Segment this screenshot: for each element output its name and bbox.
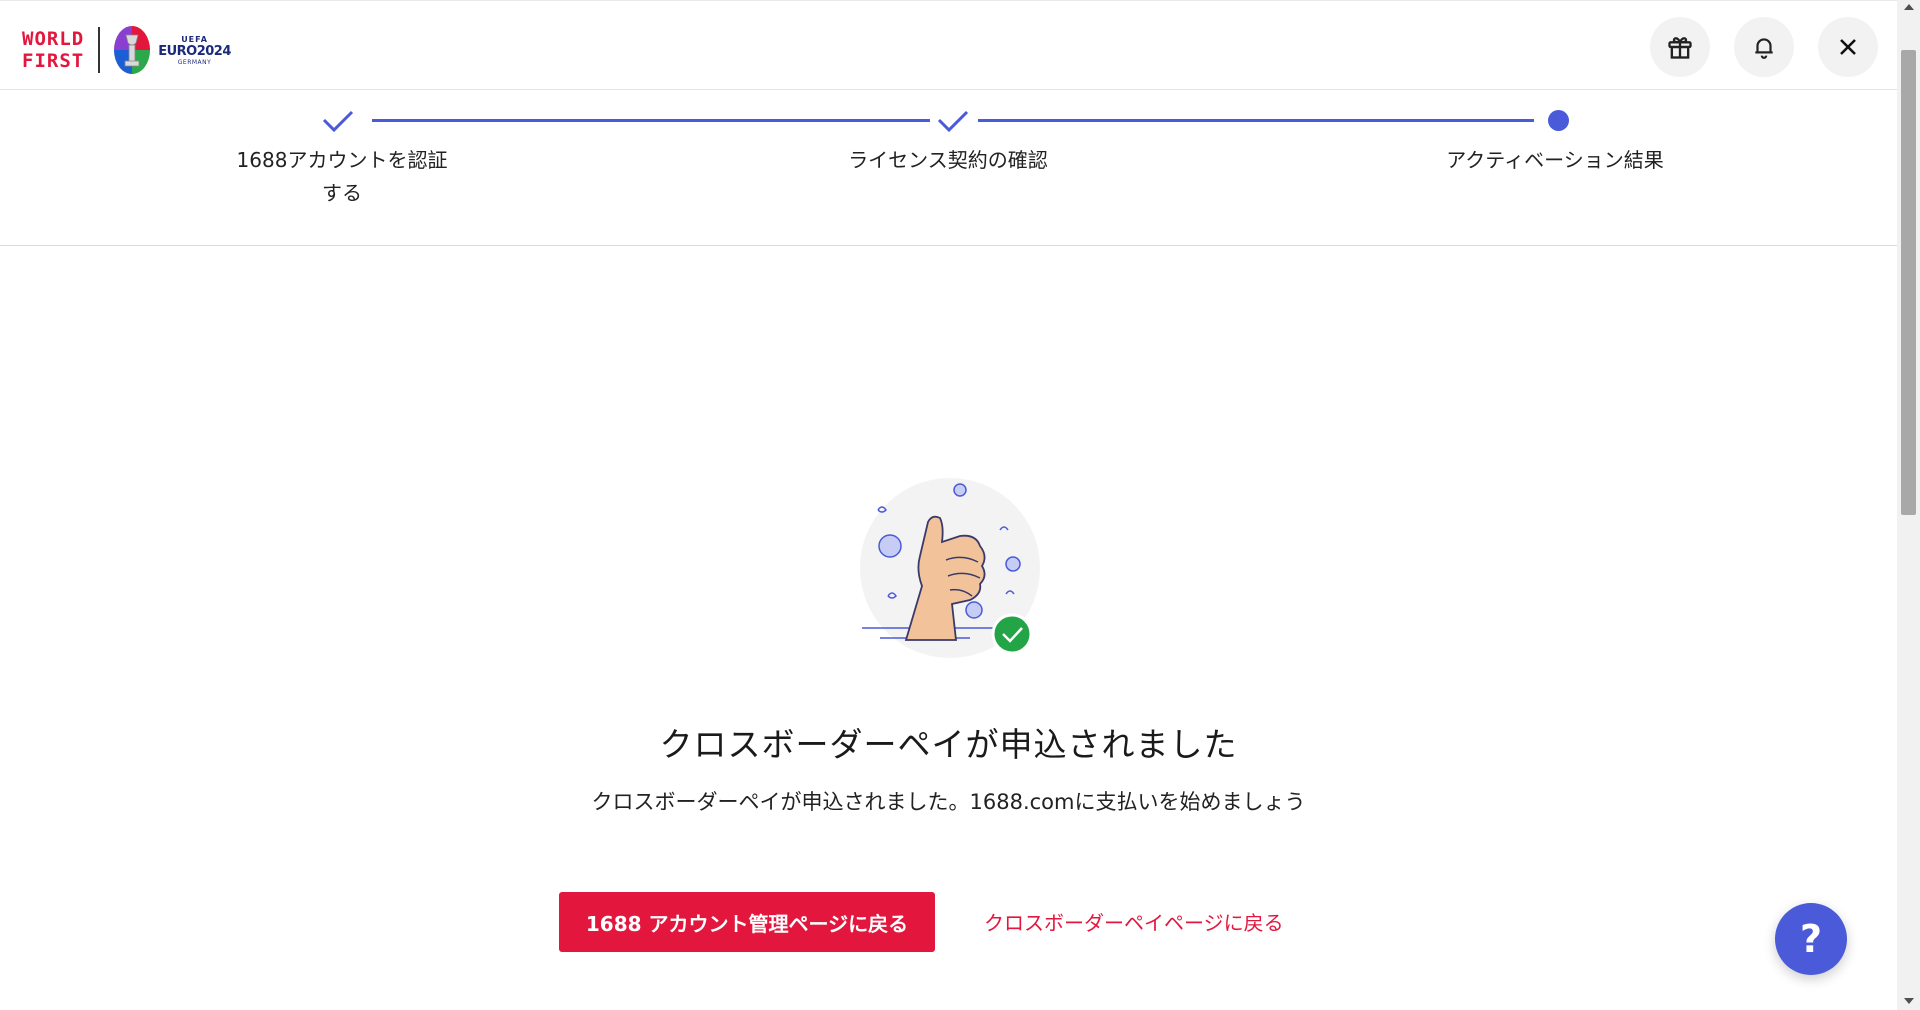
- scrollbar[interactable]: [1897, 0, 1920, 1010]
- header: WORLD FIRST UEFA EURO2024 GERMANY: [0, 0, 1897, 90]
- euro2024-logo: UEFA EURO2024 GERMANY: [112, 25, 231, 75]
- help-icon: ?: [1799, 917, 1823, 961]
- step-2-label: ライセンス契約の確認: [848, 148, 1048, 172]
- back-to-crossborder-link[interactable]: クロスボーダーペイページに戻る: [984, 907, 1284, 936]
- close-button[interactable]: [1818, 17, 1878, 77]
- step-1-check-icon: [321, 104, 355, 138]
- step-connector: [978, 119, 1534, 122]
- step-3-current-dot: [1548, 110, 1569, 131]
- result-subtitle: クロスボーダーペイが申込されました。1688.comに支払いを始めましょう: [591, 790, 1306, 814]
- close-icon: [1840, 39, 1856, 55]
- success-check-icon: [991, 613, 1033, 655]
- scroll-thumb[interactable]: [1901, 50, 1916, 515]
- progress-steps: 1688アカウントを認証する ライセンス契約の確認 アクティベーション結果: [0, 90, 1897, 246]
- logo-divider: [98, 27, 101, 73]
- bell-icon: [1755, 38, 1773, 59]
- worldfirst-logo: WORLD FIRST: [22, 28, 85, 72]
- step-2-check-icon: [936, 104, 970, 138]
- logo[interactable]: WORLD FIRST UEFA EURO2024 GERMANY: [22, 25, 231, 75]
- gift-button[interactable]: [1650, 17, 1710, 77]
- scroll-up-arrow-icon[interactable]: [1904, 4, 1914, 10]
- step-3-label: アクティベーション結果: [1446, 148, 1664, 172]
- result-title: クロスボーダーペイが申込されました: [659, 725, 1238, 764]
- activation-result-page: WORLD FIRST UEFA EURO2024 GERMANY 1688アカ…: [0, 0, 1920, 1010]
- back-to-account-button[interactable]: 1688 アカウント管理ページに戻る: [559, 892, 935, 952]
- gift-icon: [1668, 37, 1692, 59]
- step-connector: [372, 119, 930, 122]
- notifications-button[interactable]: [1734, 17, 1794, 77]
- step-1-label: 1688アカウントを認証する: [236, 148, 448, 205]
- scroll-down-arrow-icon[interactable]: [1904, 998, 1914, 1004]
- trophy-icon: [114, 26, 151, 74]
- help-button[interactable]: ?: [1775, 903, 1847, 975]
- thumbs-up-illustration: [860, 478, 1040, 658]
